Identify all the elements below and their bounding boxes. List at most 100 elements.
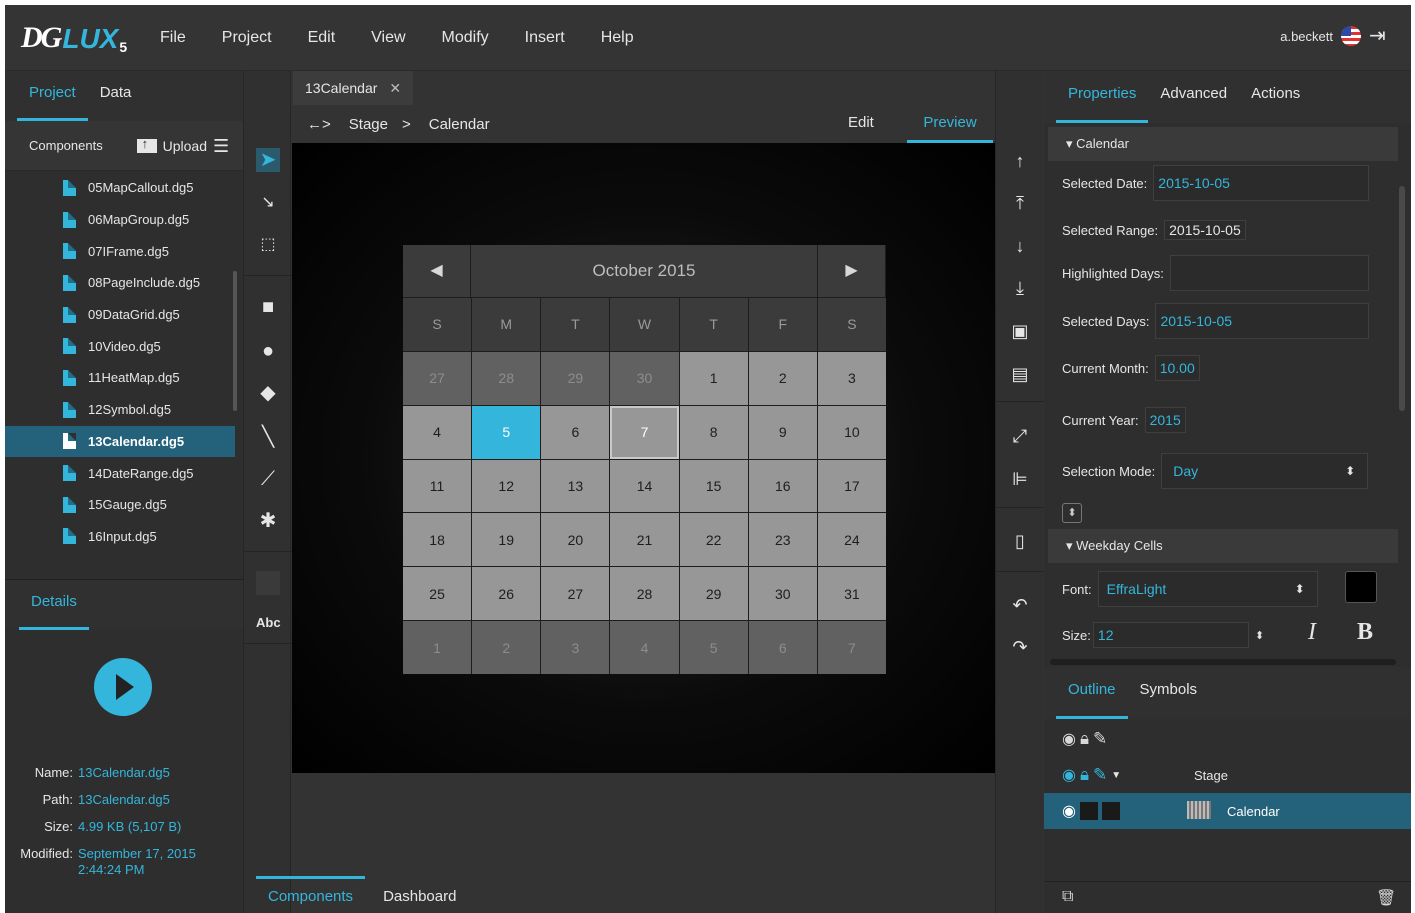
calendar-day[interactable]: 10 bbox=[817, 405, 886, 459]
calendar-day[interactable]: 26 bbox=[472, 567, 541, 621]
group-icon[interactable]: ▣ bbox=[1008, 319, 1032, 343]
username[interactable]: a.beckett bbox=[1280, 29, 1333, 44]
calendar-day[interactable]: 9 bbox=[748, 405, 817, 459]
edit-icon[interactable]: ✎ bbox=[1093, 765, 1107, 785]
menu-file[interactable]: File bbox=[160, 29, 186, 47]
calendar-day[interactable]: 2 bbox=[748, 351, 817, 405]
calendar-day[interactable]: 30 bbox=[748, 567, 817, 621]
align-left-icon[interactable]: ⊫ bbox=[1008, 467, 1032, 491]
file-item[interactable]: 12Symbol.dg5 bbox=[5, 394, 235, 426]
edit-mode-button[interactable]: Edit bbox=[848, 105, 874, 143]
rectangle-tool-icon[interactable]: ■ bbox=[256, 295, 280, 319]
calendar-day[interactable]: 18 bbox=[403, 513, 472, 567]
polygon-tool-icon[interactable]: ◆ bbox=[256, 381, 280, 405]
edit-toggle[interactable] bbox=[1101, 802, 1120, 820]
calendar-section-header[interactable]: ▾ Calendar bbox=[1048, 127, 1398, 161]
marquee-select-icon[interactable]: ⬚ bbox=[256, 233, 280, 257]
italic-button[interactable]: I bbox=[1308, 619, 1316, 646]
document-tab[interactable]: 13Calendar ✕ bbox=[293, 71, 413, 105]
lock-toggle[interactable] bbox=[1079, 802, 1098, 820]
file-item[interactable]: 15Gauge.dg5 bbox=[5, 489, 235, 521]
send-to-back-icon[interactable]: ⤓ bbox=[1008, 276, 1032, 300]
calendar-day[interactable]: 29 bbox=[541, 351, 610, 405]
calendar-day[interactable]: 1 bbox=[403, 621, 472, 674]
calendar-day[interactable]: 27 bbox=[541, 567, 610, 621]
calendar-day[interactable]: 29 bbox=[679, 567, 748, 621]
tab-dashboard[interactable]: Dashboard bbox=[371, 876, 468, 913]
calendar-day[interactable]: 4 bbox=[610, 621, 679, 674]
menu-edit[interactable]: Edit bbox=[308, 29, 336, 47]
calendar-day[interactable]: 6 bbox=[748, 621, 817, 674]
undo-icon[interactable]: ↶ bbox=[1008, 593, 1032, 617]
calendar-day[interactable]: 11 bbox=[403, 459, 472, 513]
highlighted-days-field[interactable] bbox=[1169, 255, 1369, 291]
expand-icon[interactable]: ▼ bbox=[1111, 770, 1121, 781]
trash-icon[interactable]: 🗑︎ bbox=[1376, 888, 1396, 908]
next-month-icon[interactable]: ▶ bbox=[818, 245, 885, 297]
selection-mode-select[interactable]: Day ⬍ bbox=[1161, 453, 1369, 489]
weekday-section-header[interactable]: ▾ Weekday Cells bbox=[1048, 529, 1398, 563]
calendar-day[interactable]: 19 bbox=[472, 513, 541, 567]
calendar-day[interactable]: 25 bbox=[403, 567, 472, 621]
selected-days-field[interactable]: 2015-10-05 bbox=[1155, 303, 1370, 339]
ellipse-tool-icon[interactable]: ● bbox=[256, 339, 280, 363]
select-tool-icon[interactable]: ➤ bbox=[256, 148, 280, 172]
calendar-day[interactable]: 31 bbox=[817, 567, 886, 621]
lock-icon[interactable]: 🔒︎ bbox=[1080, 765, 1089, 785]
calendar-day[interactable]: 15 bbox=[679, 459, 748, 513]
file-item[interactable]: 11HeatMap.dg5 bbox=[5, 362, 235, 394]
calendar-day[interactable]: 3 bbox=[817, 351, 886, 405]
crumb-stage[interactable]: Stage bbox=[349, 116, 388, 133]
upload-button[interactable]: Upload bbox=[136, 136, 207, 154]
outline-row-calendar[interactable]: ◉ Calendar bbox=[1044, 793, 1411, 829]
text-tool-icon[interactable]: Abc bbox=[256, 611, 281, 635]
calendar-day[interactable]: 13 bbox=[541, 459, 610, 513]
tab-symbols[interactable]: Symbols bbox=[1128, 667, 1210, 719]
menu-insert[interactable]: Insert bbox=[525, 29, 565, 47]
file-item-selected[interactable]: 13Calendar.dg5 bbox=[5, 425, 235, 458]
calendar-day[interactable]: 5 bbox=[679, 621, 748, 674]
duplicate-icon[interactable]: ⧉ bbox=[1062, 888, 1073, 906]
calendar-day[interactable]: 1 bbox=[679, 351, 748, 405]
tab-outline[interactable]: Outline bbox=[1056, 667, 1128, 719]
current-year-field[interactable]: 2015 bbox=[1144, 407, 1186, 433]
properties-vscrollbar[interactable] bbox=[1399, 186, 1405, 411]
eye-icon[interactable]: ◉ bbox=[1062, 765, 1076, 785]
direct-select-icon[interactable]: ↘ bbox=[256, 191, 280, 215]
tab-data[interactable]: Data bbox=[88, 71, 144, 121]
calendar-day[interactable]: 14 bbox=[610, 459, 679, 513]
calendar-day[interactable]: 6 bbox=[541, 405, 610, 459]
expand-toggle-icon[interactable]: ⬍ bbox=[1062, 503, 1082, 523]
back-forward-icon[interactable]: ←> bbox=[307, 116, 331, 133]
calendar-day[interactable]: 21 bbox=[610, 513, 679, 567]
swatch-tool-icon[interactable] bbox=[256, 571, 280, 595]
font-color-swatch[interactable] bbox=[1345, 571, 1377, 603]
calendar-day[interactable]: 27 bbox=[403, 351, 472, 405]
calendar-day[interactable]: 16 bbox=[748, 459, 817, 513]
calendar-day[interactable]: 8 bbox=[679, 405, 748, 459]
edit-icon[interactable]: ✎ bbox=[1093, 729, 1107, 749]
list-view-icon[interactable]: ☰ bbox=[213, 137, 233, 155]
calendar-day[interactable]: 20 bbox=[541, 513, 610, 567]
menu-project[interactable]: Project bbox=[222, 29, 272, 47]
calendar-day[interactable]: 23 bbox=[748, 513, 817, 567]
font-select[interactable]: EffraLight ⬍ bbox=[1097, 571, 1318, 607]
calendar-day-selected[interactable]: 5 bbox=[472, 405, 541, 459]
file-item[interactable]: 09DataGrid.dg5 bbox=[5, 299, 235, 331]
file-item[interactable]: 14DateRange.dg5 bbox=[5, 457, 235, 489]
move-up-icon[interactable]: ↑ bbox=[1008, 149, 1032, 173]
calendar-day[interactable]: 28 bbox=[610, 567, 679, 621]
menu-view[interactable]: View bbox=[371, 29, 405, 47]
us-flag-icon[interactable] bbox=[1341, 26, 1361, 46]
prev-month-icon[interactable]: ◀ bbox=[403, 245, 470, 297]
file-item[interactable]: 07IFrame.dg5 bbox=[5, 235, 235, 267]
close-icon[interactable]: ✕ bbox=[389, 80, 401, 97]
distribute-icon[interactable]: ▯ bbox=[1008, 529, 1032, 553]
redo-icon[interactable]: ↷ bbox=[1008, 635, 1032, 659]
calendar-day[interactable]: 30 bbox=[610, 351, 679, 405]
tab-advanced[interactable]: Advanced bbox=[1148, 71, 1239, 123]
tab-project[interactable]: Project bbox=[17, 71, 88, 121]
logout-icon[interactable]: ⇥ bbox=[1369, 25, 1391, 47]
tab-components[interactable]: Components bbox=[256, 876, 366, 913]
file-list-scrollbar[interactable] bbox=[233, 271, 237, 411]
